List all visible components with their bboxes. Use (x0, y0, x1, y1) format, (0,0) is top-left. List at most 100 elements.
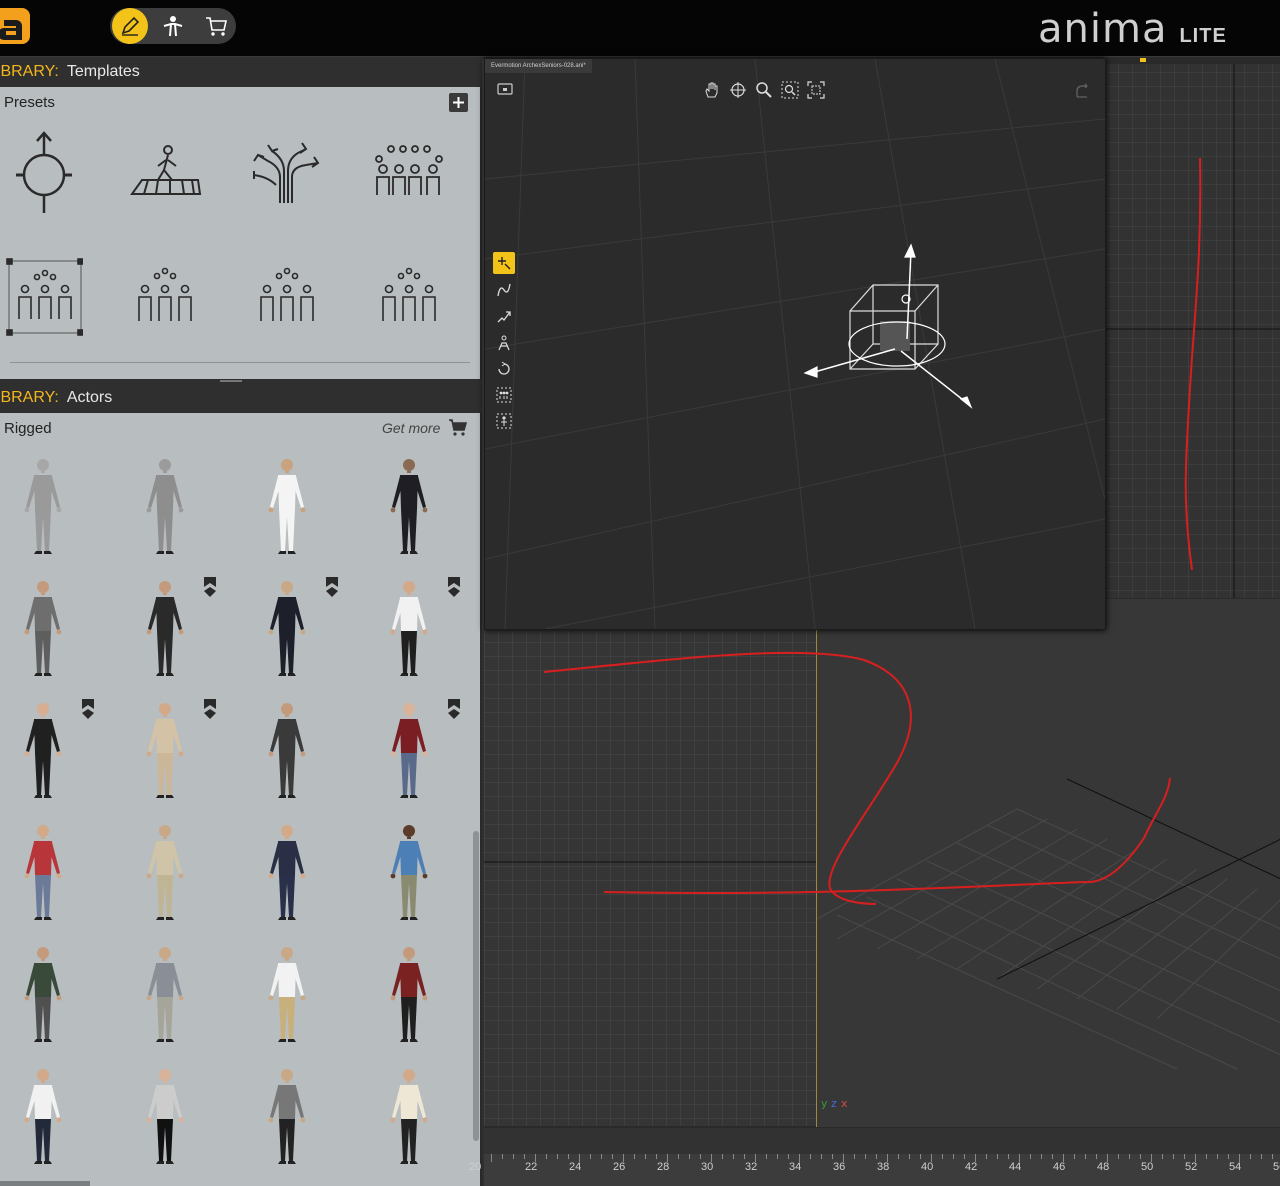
timeline-tick (535, 1154, 536, 1162)
crowd-area-tool[interactable] (493, 384, 515, 406)
actor-thumbnail[interactable] (18, 823, 68, 923)
timeline[interactable]: 20 22 24 26 28 30 32 34 36 38 40 42 44 46 48 50 52 54 56 (469, 1128, 1280, 1186)
viewport-tab[interactable]: Evermotion ArchexSeniors-028.ani* (485, 59, 592, 73)
stairs-icon (497, 311, 511, 323)
actor-thumbnail[interactable] (18, 701, 68, 801)
bookmark-icon[interactable] (204, 699, 216, 723)
cart-icon (206, 17, 227, 36)
actor-thumbnail[interactable] (140, 945, 190, 1045)
timeline-tick (601, 1154, 602, 1159)
preset-split-paths[interactable] (242, 127, 332, 217)
actor-thumbnail[interactable] (262, 823, 312, 923)
add-preset-button[interactable] (449, 93, 468, 112)
actor-thumbnail[interactable] (384, 579, 434, 679)
actor-thumbnail[interactable] (18, 1067, 68, 1167)
timeline-tick (645, 1154, 646, 1159)
actor-thumbnail[interactable] (140, 701, 190, 801)
preset-roundabout[interactable] (0, 127, 88, 217)
bookmark-icon[interactable] (448, 699, 460, 723)
viewport-menu-icon[interactable] (497, 83, 513, 97)
timeline-tick-label: 34 (789, 1161, 802, 1173)
preset-crowd-a[interactable] (120, 251, 210, 341)
actor-thumbnail[interactable] (262, 945, 312, 1045)
bookmark-icon[interactable] (82, 699, 94, 723)
viewport-splitter[interactable] (482, 58, 484, 1186)
timeline-tick-label: 24 (569, 1161, 582, 1173)
split-paths-icon (253, 142, 320, 203)
perspective-viewport[interactable]: Evermotion ArchexSeniors-028.ani* (484, 58, 1106, 630)
cart-icon[interactable] (448, 417, 468, 437)
select-move-tool[interactable] (493, 252, 515, 274)
timeline-tick-label: 28 (657, 1161, 670, 1173)
frame-all-icon[interactable] (807, 81, 825, 99)
timeline-tick (1140, 1154, 1141, 1159)
crowd-selected-icon (6, 258, 83, 336)
actors-horizontal-scrollbar[interactable] (0, 1181, 90, 1186)
actor-thumbnail[interactable] (262, 701, 312, 801)
preset-crosswalk[interactable] (120, 127, 210, 217)
store-mode-button[interactable] (198, 8, 234, 44)
top-viewport[interactable] (1104, 58, 1280, 598)
timeline-tick (953, 1154, 954, 1159)
actor-thumbnail[interactable] (384, 823, 434, 923)
timeline-tick (722, 1154, 723, 1159)
timeline-tick-label: 32 (745, 1161, 758, 1173)
actor-thumbnail[interactable] (140, 579, 190, 679)
actor-thumbnail[interactable] (140, 1067, 190, 1167)
stairs-tool[interactable] (493, 305, 515, 327)
app-logo-icon[interactable] (0, 6, 30, 46)
actor-thumbnail[interactable] (262, 457, 312, 557)
path-tool[interactable] (493, 279, 515, 301)
timeline-tick (942, 1154, 943, 1159)
actor-icon (163, 16, 183, 37)
actor-thumbnail[interactable] (140, 457, 190, 557)
zoom-icon[interactable] (755, 81, 773, 99)
preset-crowd-b[interactable] (242, 251, 332, 341)
actor-thumbnail[interactable] (262, 579, 312, 679)
actor-mode-button[interactable] (155, 8, 191, 44)
timeline-tick-label: 56 (1273, 1161, 1280, 1173)
rotate-tool[interactable] (493, 358, 515, 380)
hand-icon[interactable] (703, 81, 721, 99)
timeline-tick (733, 1154, 734, 1159)
actor-thumbnail[interactable] (18, 579, 68, 679)
timeline-tick (1184, 1154, 1185, 1159)
actor-thumbnail[interactable] (262, 1067, 312, 1167)
preset-crowd-grid[interactable] (364, 127, 454, 217)
escalator-tool[interactable] (493, 332, 515, 354)
top-bar: anima LITE (0, 0, 1280, 57)
orbit-icon[interactable] (729, 81, 747, 99)
timeline-tick (1151, 1154, 1152, 1162)
area-tool[interactable] (493, 410, 515, 432)
actor-thumbnail[interactable] (384, 1067, 434, 1167)
timeline-tick (766, 1154, 767, 1159)
perspective-grid (485, 59, 1105, 629)
timeline-tick (1206, 1154, 1207, 1159)
actor-thumbnail[interactable] (384, 701, 434, 801)
timeline-tick (799, 1154, 800, 1162)
timeline-tick (898, 1154, 899, 1159)
timeline-tick-label: 26 (613, 1161, 626, 1173)
rotate-icon (498, 361, 510, 375)
actor-thumbnail[interactable] (18, 457, 68, 557)
bookmark-icon[interactable] (204, 577, 216, 601)
view-cube-icon[interactable] (1073, 83, 1091, 101)
edit-mode-button[interactable] (112, 8, 148, 44)
bookmark-icon[interactable] (448, 577, 460, 601)
bookmark-icon[interactable] (326, 577, 338, 601)
actor-thumbnail[interactable] (140, 823, 190, 923)
zoom-region-icon[interactable] (781, 81, 799, 99)
timeline-track[interactable] (484, 1128, 1280, 1154)
actor-thumbnail[interactable] (384, 945, 434, 1045)
crosswalk-icon (130, 145, 202, 195)
timeline-tick (1030, 1154, 1031, 1159)
crowd-grid-icon (375, 145, 443, 195)
timeline-tick (1008, 1154, 1009, 1159)
actors-scrollbar[interactable] (473, 831, 479, 1141)
preset-crowd-c[interactable] (364, 251, 454, 341)
plus-icon (453, 97, 464, 108)
actor-thumbnail[interactable] (18, 945, 68, 1045)
actor-thumbnail[interactable] (384, 457, 434, 557)
get-more-link[interactable]: Get more (382, 420, 440, 436)
preset-crowd-selected[interactable] (0, 251, 88, 341)
